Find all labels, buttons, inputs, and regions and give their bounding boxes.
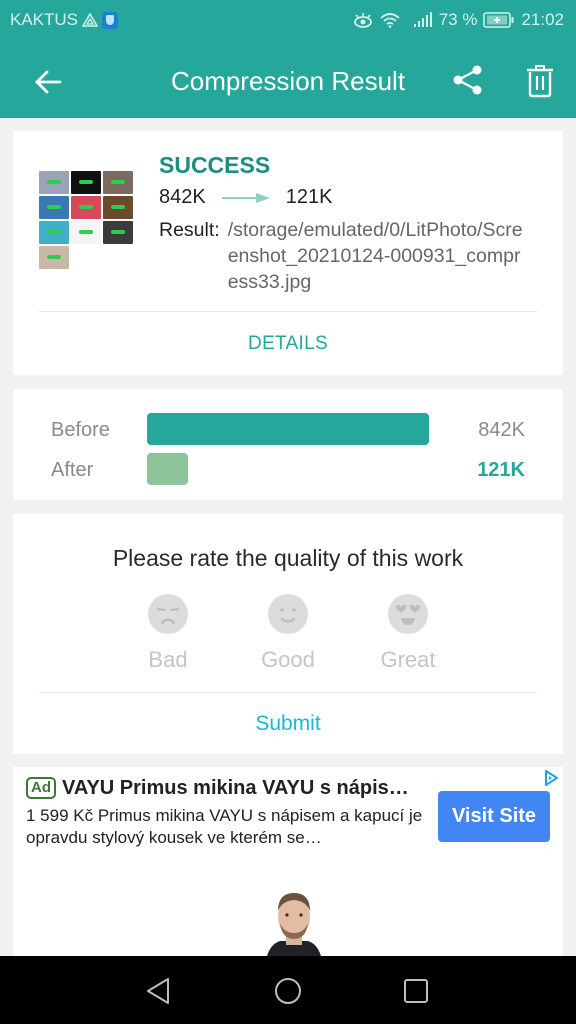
wifi-icon xyxy=(380,13,400,28)
smile-face-icon xyxy=(268,594,308,634)
eye-comfort-icon xyxy=(353,13,372,28)
ad-description: 1 599 Kč Primus mikina VAYU s nápisem a … xyxy=(26,806,423,847)
details-button[interactable]: DETAILS xyxy=(13,333,563,355)
rating-label-bad: Bad xyxy=(148,647,188,672)
system-nav-bar xyxy=(0,956,576,1024)
rating-option-good[interactable]: Good xyxy=(248,594,328,673)
adchoices-icon[interactable] xyxy=(542,769,560,787)
ad-product-image[interactable] xyxy=(260,883,328,967)
thumbnail-tile xyxy=(103,221,133,244)
visit-site-button[interactable]: Visit Site xyxy=(438,791,550,842)
result-label: Result: xyxy=(159,219,220,241)
thumbnail-tile xyxy=(71,221,101,244)
rating-card: Please rate the quality of this work Bad… xyxy=(13,514,563,754)
rating-title: Please rate the quality of this work xyxy=(112,545,464,571)
size-comparison-card: Before 842K After 121K xyxy=(13,389,563,500)
shield-app-icon xyxy=(102,11,119,29)
rating-label-good: Good xyxy=(261,647,315,672)
before-label: Before xyxy=(51,419,110,441)
submit-button[interactable]: Submit xyxy=(13,712,563,736)
thumbnail-tile xyxy=(39,221,69,244)
home-circle-icon[interactable] xyxy=(273,976,303,1006)
battery-percent: 73 % xyxy=(438,10,478,29)
thumbnail-tile xyxy=(103,171,133,194)
rating-option-great[interactable]: Great xyxy=(368,594,448,673)
carrier-triangle-icon xyxy=(82,12,99,27)
thumbnail-tile xyxy=(39,171,69,194)
after-bar xyxy=(147,453,188,485)
after-value: 121K xyxy=(477,459,525,481)
status-bar: KAKTUS 73 % 21:02 xyxy=(0,0,576,40)
page-title: Compression Result xyxy=(170,66,406,96)
heart-eyes-face-icon xyxy=(388,594,428,634)
arrow-right-icon xyxy=(221,192,270,203)
thumbnail-tile xyxy=(71,171,101,194)
sad-face-icon xyxy=(148,594,188,634)
battery-charging-icon xyxy=(483,12,514,28)
result-thumbnail[interactable] xyxy=(39,171,135,269)
thumbnail-tile xyxy=(39,196,69,219)
after-label: After xyxy=(51,459,94,481)
size-change: 842K 121K xyxy=(159,186,332,209)
app-bar: Compression Result xyxy=(0,40,576,118)
back-triangle-icon[interactable] xyxy=(144,976,174,1006)
after-bar-track xyxy=(147,453,429,485)
share-icon[interactable] xyxy=(452,64,484,96)
thumbnail-tile xyxy=(103,196,133,219)
status-label: SUCCESS xyxy=(159,152,271,178)
clock: 21:02 xyxy=(521,10,564,29)
size-before: 842K xyxy=(159,186,206,208)
before-bar-track xyxy=(147,413,429,445)
trash-icon[interactable] xyxy=(524,62,556,98)
ad-card[interactable]: Ad VAYU Primus mikina VAYU s nápis… 1 599… xyxy=(13,767,563,967)
result-path: /storage/emulated/0/LitPhoto/Screenshot_… xyxy=(227,219,523,293)
ad-badge: Ad xyxy=(26,777,56,799)
divider xyxy=(39,692,537,693)
ad-title-text: VAYU Primus mikina VAYU s nápis… xyxy=(62,777,409,799)
result-path-row: Result: /storage/emulated/0/LitPhoto/Scr… xyxy=(159,217,528,295)
recents-square-icon[interactable] xyxy=(401,976,431,1006)
divider xyxy=(39,311,537,312)
before-value: 842K xyxy=(478,419,525,441)
rating-option-bad[interactable]: Bad xyxy=(128,594,208,673)
thumbnail-tile xyxy=(39,246,69,269)
thumbnail-tile xyxy=(71,196,101,219)
ad-title[interactable]: Ad VAYU Primus mikina VAYU s nápis… xyxy=(26,777,409,800)
rating-label-great: Great xyxy=(380,647,436,672)
size-after: 121K xyxy=(285,186,333,208)
before-bar xyxy=(147,413,429,445)
signal-icon xyxy=(413,12,432,27)
result-card: SUCCESS 842K 121K Result: /storage/emula… xyxy=(13,131,563,375)
carrier-name: KAKTUS xyxy=(10,10,79,29)
